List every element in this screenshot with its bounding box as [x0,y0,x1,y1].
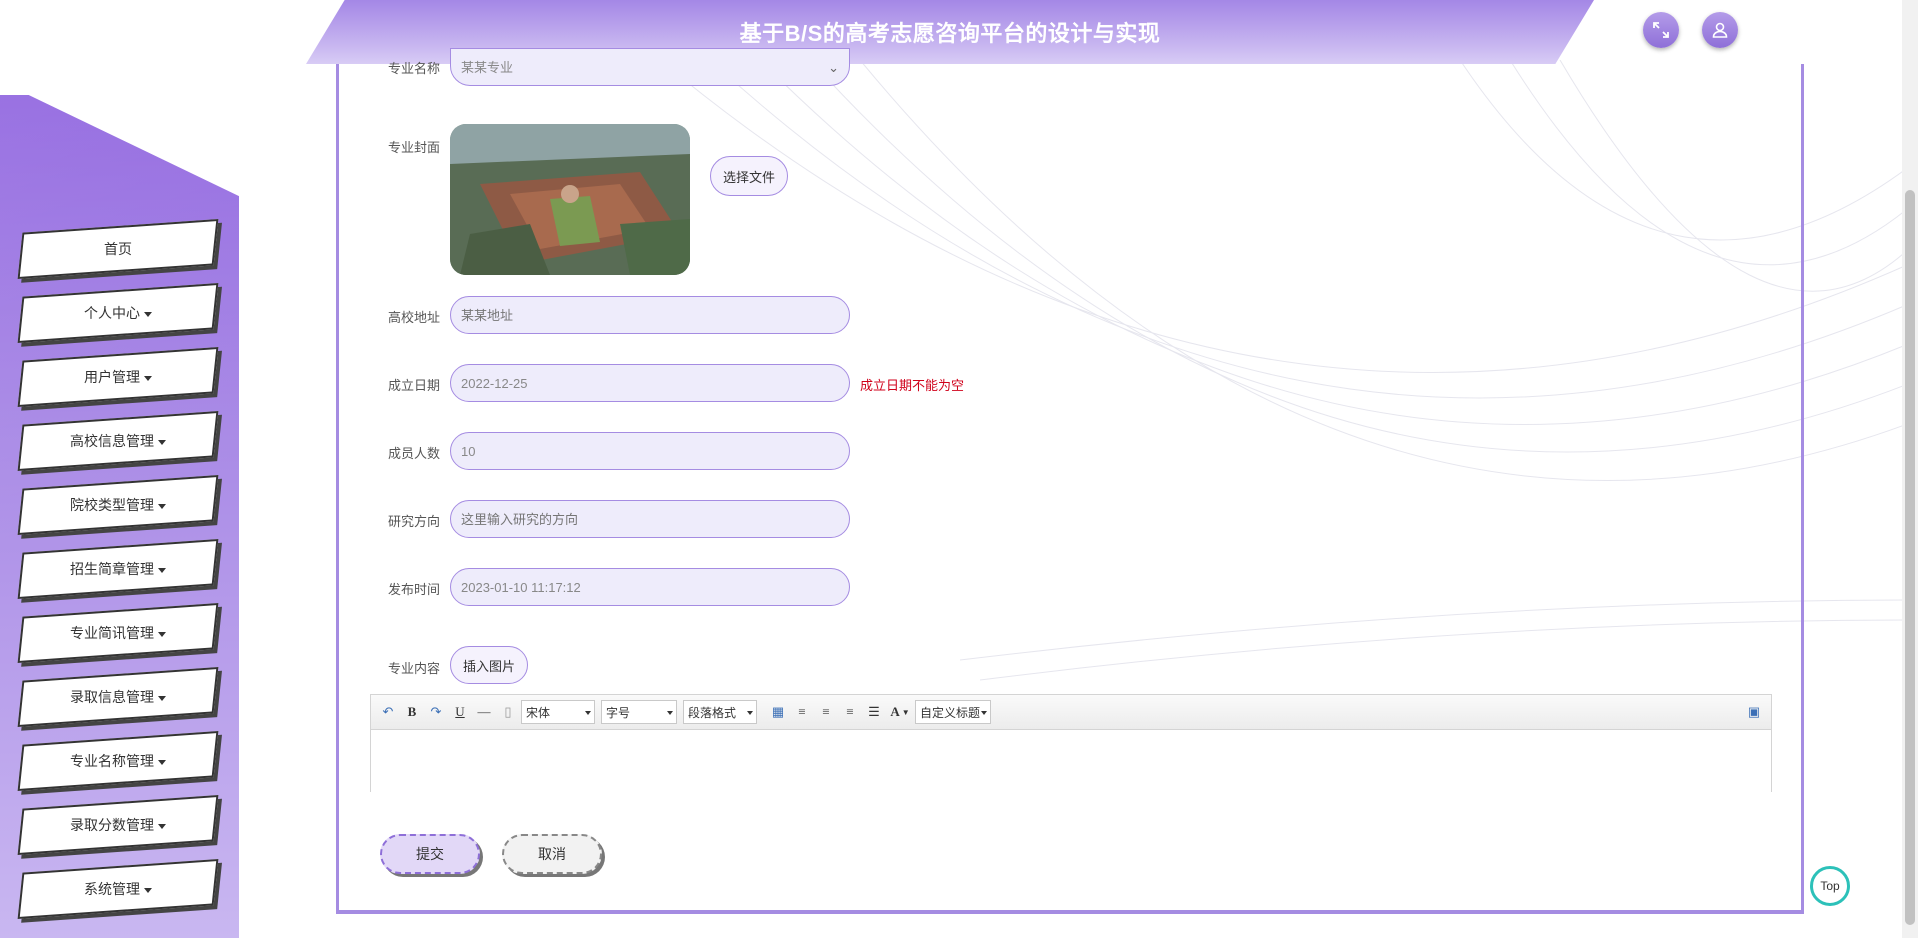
members-input[interactable] [450,432,850,470]
font-family-select[interactable]: 宋体 [521,700,595,724]
sidebar-item-label: 用户管理 [84,369,140,385]
research-label: 研究方向 [387,514,440,529]
content-label: 专业内容 [387,661,440,676]
paragraph-format-select[interactable]: 段落格式 [683,700,757,724]
expand-icon [1653,22,1669,38]
caret-down-icon [158,631,166,637]
document-icon[interactable]: ▯ [497,701,519,723]
publish-time-label: 发布时间 [387,582,440,597]
sidebar-item-label: 院校类型管理 [70,497,154,513]
custom-title-value: 自定义标题 [920,705,981,720]
sidebar-item-label: 专业简讯管理 [70,625,154,641]
source-view-icon[interactable]: ▣ [1743,701,1765,723]
cover-image [450,124,690,275]
major-name-value: 某某专业 [461,60,514,75]
sidebar-item-label: 个人中心 [84,305,140,321]
members-label: 成员人数 [387,446,440,461]
caret-down-icon [158,439,166,445]
rich-text-editor: ↶ B ↷ U — ▯ 宋体 字号 段落格式 ▦ ≡ ≡ ≡ ☰ A ▼ 自定义标… [370,694,1772,792]
sidebar-item-label: 系统管理 [84,881,140,897]
caret-down-icon [158,823,166,829]
founded-date-error: 成立日期不能为空 [860,378,965,393]
redo-icon[interactable]: ↷ [425,701,447,723]
sidebar-item-label: 录取分数管理 [70,817,154,833]
caret-down-icon [144,311,152,317]
publish-time-input[interactable] [450,568,850,606]
submit-button[interactable]: 提交 [380,834,480,874]
font-family-value: 宋体 [526,705,551,720]
sidebar-item-label: 高校信息管理 [70,433,154,449]
sidebar-item-label: 专业名称管理 [70,753,154,769]
table-icon[interactable]: ▦ [767,701,789,723]
user-button[interactable] [1702,12,1738,48]
caret-down-icon [158,567,166,573]
editor-content-area[interactable] [371,730,1771,792]
caret-down-icon [158,695,166,701]
sidebar-item-label: 首页 [104,241,132,257]
cancel-button[interactable]: 取消 [502,834,602,874]
founded-date-input[interactable] [450,364,850,402]
chevron-down-icon: ⌄ [828,60,839,75]
choose-file-button[interactable]: 选择文件 [710,156,789,196]
insert-image-button[interactable]: 插入图片 [450,646,529,684]
major-name-select[interactable]: 某某专业 ⌄ [450,48,850,86]
caret-down-icon [158,759,166,765]
custom-title-select[interactable]: 自定义标题 [915,700,991,724]
caret-down-icon [158,503,166,509]
sidebar-item-label: 录取信息管理 [70,689,154,705]
caret-down-icon [144,375,152,381]
address-input[interactable] [450,296,850,334]
address-label: 高校地址 [387,310,440,325]
user-icon [1712,22,1728,38]
founded-date-label: 成立日期 [387,378,440,393]
font-size-select[interactable]: 字号 [601,700,677,724]
caret-down-icon [144,887,152,893]
sidebar-item-label: 招生简章管理 [70,561,154,577]
research-input[interactable] [450,500,850,538]
scrollbar-thumb[interactable] [1905,190,1915,925]
bold-button[interactable]: B [401,701,423,723]
back-to-top-button[interactable]: Top [1810,866,1850,906]
cover-label: 专业封面 [387,140,440,155]
fullscreen-button[interactable] [1643,12,1679,48]
underline-button[interactable]: U [449,701,471,723]
horizontal-rule-icon[interactable]: — [473,701,495,723]
align-center-icon[interactable]: ≡ [839,701,861,723]
font-size-value: 字号 [606,705,631,720]
paragraph-format-value: 段落格式 [688,705,737,720]
align-right-icon[interactable]: ≡ [815,701,837,723]
undo-icon[interactable]: ↶ [377,701,399,723]
font-color-button[interactable]: A ▼ [887,701,913,723]
major-name-label: 专业名称 [387,61,440,76]
align-justify-icon[interactable]: ☰ [863,701,885,723]
align-left-icon[interactable]: ≡ [791,701,813,723]
editor-toolbar: ↶ B ↷ U — ▯ 宋体 字号 段落格式 ▦ ≡ ≡ ≡ ☰ A ▼ 自定义标… [371,695,1771,730]
page-title: 基于B/S的高考志愿咨询平台的设计与实现 [739,21,1161,46]
